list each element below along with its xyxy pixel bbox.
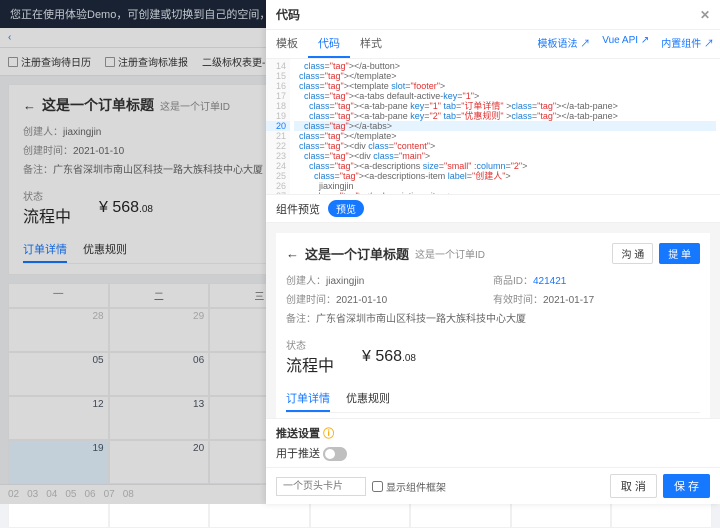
preview-dtab-0[interactable]: 订单详情: [286, 386, 330, 412]
preview-panel: ← 这是一个订单标题 这是一个订单ID 沟 通 提 单 创建人：jiaxingj…: [266, 223, 720, 418]
close-icon[interactable]: ✕: [700, 8, 710, 22]
link-vue-api[interactable]: Vue API ↗: [596, 30, 655, 58]
drawer-tab-code[interactable]: 代码: [308, 30, 350, 58]
drawer-title: 代码: [276, 6, 300, 23]
drawer-footer: 显示组件框架 取 消 保 存: [266, 467, 720, 504]
preview-btn-talk[interactable]: 沟 通: [612, 243, 653, 264]
push-settings: 推送设置 ⓘ 用于推送: [266, 418, 720, 467]
show-frame-check[interactable]: 显示组件框架: [372, 479, 446, 494]
preview-dtab-1[interactable]: 优惠规则: [346, 386, 390, 412]
link-template-syntax[interactable]: 模板语法 ↗: [531, 30, 596, 58]
code-drawer: 代码 ✕ 模板 代码 样式 模板语法 ↗ Vue API ↗ 内置组件 ↗ 14…: [266, 0, 720, 504]
info-icon: ⓘ: [323, 428, 334, 440]
preview-btn-submit[interactable]: 提 单: [659, 243, 700, 264]
preview-title: 这是一个订单标题: [305, 244, 409, 263]
code-editor[interactable]: 1415161718192021222324252627282930313233…: [266, 59, 720, 195]
cancel-button[interactable]: 取 消: [610, 474, 657, 498]
preview-back-icon[interactable]: ←: [286, 246, 299, 261]
drawer-tab-template[interactable]: 模板: [266, 30, 308, 58]
card-name-input[interactable]: [276, 477, 366, 496]
drawer-tab-style[interactable]: 样式: [350, 30, 392, 58]
drawer-tabs: 模板 代码 样式 模板语法 ↗ Vue API ↗ 内置组件 ↗: [266, 30, 720, 59]
link-builtin[interactable]: 内置组件 ↗: [655, 30, 720, 58]
preview-header: 组件预览 预览: [266, 195, 720, 223]
save-button[interactable]: 保 存: [663, 474, 710, 498]
preview-toggle[interactable]: 预览: [328, 200, 364, 217]
push-switch[interactable]: [323, 447, 347, 461]
